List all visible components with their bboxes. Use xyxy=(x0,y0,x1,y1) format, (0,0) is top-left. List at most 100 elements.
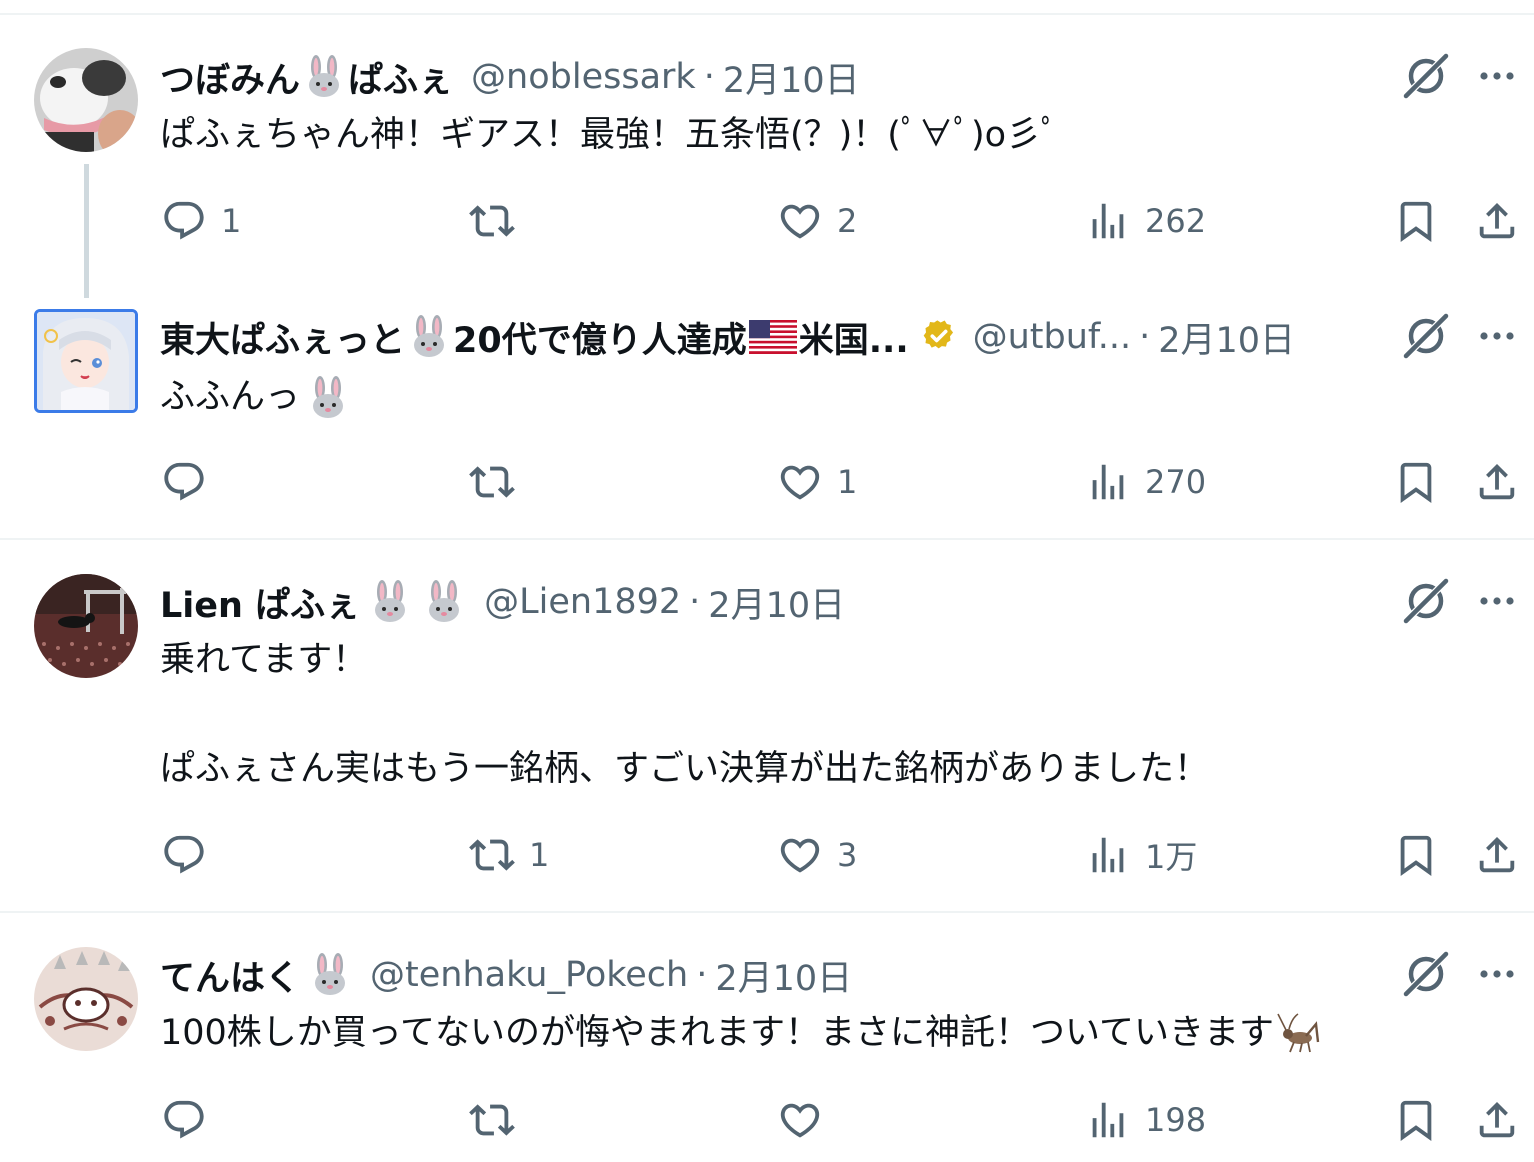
reply-button[interactable] xyxy=(161,1090,221,1150)
like-count: 3 xyxy=(837,836,858,874)
avatar[interactable] xyxy=(34,947,138,1051)
us-flag-icon xyxy=(748,320,797,354)
rabbit-emoji-icon xyxy=(308,953,352,997)
tweet-text-line-1: 乗れてます！ xyxy=(160,640,368,680)
tweet-text: ふふんっ xyxy=(160,370,352,424)
action-bar: 1 3 1万 xyxy=(0,825,1534,885)
user-handle[interactable]: @tenhaku_Pokech xyxy=(370,955,688,995)
avatar[interactable] xyxy=(34,309,138,413)
user-handle[interactable]: @utbuf... xyxy=(973,317,1131,357)
avatar[interactable] xyxy=(34,574,138,678)
tweet-text-content: 100株しか買ってないのが悔やまれます！まさに神託！ついていきます xyxy=(160,1013,1275,1053)
dog-avatar-image xyxy=(34,48,138,152)
reply-button[interactable] xyxy=(161,452,221,512)
tweet-header: つぼみん ぱふぇ @noblessark · 2月10日 xyxy=(160,52,860,102)
reply-icon xyxy=(161,1097,207,1143)
separator-dot: · xyxy=(1139,317,1151,357)
more-options-icon[interactable] xyxy=(1474,53,1520,99)
timestamp[interactable]: 2月10日 xyxy=(708,577,845,628)
tweet-text-content: ふふんっ xyxy=(160,377,301,417)
like-button[interactable]: 2 xyxy=(777,191,857,251)
share-icon[interactable] xyxy=(1474,459,1520,505)
display-name[interactable]: 東大ぱふぇっと xyxy=(160,312,405,363)
separator-dot: · xyxy=(689,582,701,622)
retweet-icon xyxy=(469,198,515,244)
heart-icon xyxy=(777,1097,823,1143)
views-chart-icon xyxy=(1085,1097,1131,1143)
timestamp[interactable]: 2月10日 xyxy=(715,950,852,1001)
bookmark-icon[interactable] xyxy=(1393,1097,1439,1143)
timestamp[interactable]: 2月10日 xyxy=(1158,312,1295,363)
retweet-icon xyxy=(469,832,515,878)
grok-icon[interactable] xyxy=(1400,948,1452,1000)
illustration-avatar-image xyxy=(34,947,138,1051)
views-button[interactable]: 270 xyxy=(1085,452,1206,512)
heart-icon xyxy=(777,198,823,244)
like-count: 2 xyxy=(837,202,858,240)
retweet-button[interactable] xyxy=(469,1090,529,1150)
view-count: 198 xyxy=(1145,1101,1207,1139)
reply-count: 1 xyxy=(221,202,242,240)
share-icon[interactable] xyxy=(1474,1097,1520,1143)
top-divider xyxy=(0,13,1534,15)
separator-dot: · xyxy=(696,955,708,995)
like-count: 1 xyxy=(837,463,858,501)
views-chart-icon xyxy=(1085,832,1131,878)
heart-icon xyxy=(777,459,823,505)
rabbit-emoji-icon xyxy=(422,580,466,624)
action-bar: 1 270 xyxy=(0,452,1534,512)
reply-button[interactable] xyxy=(161,825,221,885)
avatar[interactable] xyxy=(34,48,138,152)
bookmark-icon[interactable] xyxy=(1393,459,1439,505)
display-name-middle[interactable]: 20代で億り人達成 xyxy=(453,312,747,363)
separator-dot: · xyxy=(703,57,715,97)
cat-avatar-image xyxy=(34,574,138,678)
more-options-icon[interactable] xyxy=(1474,313,1520,359)
retweet-icon xyxy=(469,459,515,505)
share-icon[interactable] xyxy=(1474,832,1520,878)
action-bar: 1 2 262 xyxy=(0,191,1534,251)
user-handle[interactable]: @Lien1892 xyxy=(484,582,681,622)
share-icon[interactable] xyxy=(1474,198,1520,244)
retweet-button[interactable] xyxy=(469,452,529,512)
display-name[interactable]: Lien ぱふぇ xyxy=(160,577,360,628)
reply-button[interactable]: 1 xyxy=(161,191,241,251)
tweet-text-line-2: ぱふぇさん実はもう一銘柄、すごい決算が出た銘柄がありました！ xyxy=(160,749,1209,789)
verified-badge-icon[interactable] xyxy=(919,317,959,357)
view-count: 1万 xyxy=(1145,838,1198,876)
retweet-count: 1 xyxy=(529,836,550,874)
views-button[interactable]: 262 xyxy=(1085,191,1206,251)
more-options-icon[interactable] xyxy=(1474,578,1520,624)
views-button[interactable]: 198 xyxy=(1085,1090,1206,1150)
bookmark-icon[interactable] xyxy=(1393,198,1439,244)
view-count: 270 xyxy=(1145,463,1207,501)
bookmark-icon[interactable] xyxy=(1393,832,1439,878)
anime-avatar-image xyxy=(37,312,135,410)
like-button[interactable]: 3 xyxy=(777,825,857,885)
views-button[interactable]: 1万 xyxy=(1085,825,1197,885)
tweet-text: 100株しか買ってないのが悔やまれます！まさに神託！ついていきます xyxy=(160,1006,1322,1060)
tweet-header: てんはく @tenhaku_Pokech · 2月10日 xyxy=(160,950,852,1000)
rabbit-emoji-icon xyxy=(306,376,350,420)
tweet-divider xyxy=(0,911,1534,913)
retweet-button[interactable] xyxy=(469,191,529,251)
display-name-suffix[interactable]: ぱふぇ xyxy=(348,52,453,103)
more-options-icon[interactable] xyxy=(1474,951,1520,997)
cricket-emoji-icon xyxy=(1277,1013,1320,1053)
reply-icon xyxy=(161,198,207,244)
grok-icon[interactable] xyxy=(1400,575,1452,627)
display-name-suffix[interactable]: 米国... xyxy=(799,312,909,363)
timestamp[interactable]: 2月10日 xyxy=(723,52,860,103)
rabbit-emoji-icon xyxy=(302,55,346,99)
views-chart-icon xyxy=(1085,198,1131,244)
retweet-button[interactable]: 1 xyxy=(469,825,549,885)
display-name[interactable]: てんはく xyxy=(160,950,300,1001)
display-name[interactable]: つぼみん xyxy=(160,52,300,103)
like-button[interactable] xyxy=(777,1090,837,1150)
like-button[interactable]: 1 xyxy=(777,452,857,512)
user-handle[interactable]: @noblessark xyxy=(471,57,696,97)
rabbit-emoji-icon xyxy=(407,315,451,359)
grok-icon[interactable] xyxy=(1400,310,1452,362)
views-chart-icon xyxy=(1085,459,1131,505)
grok-icon[interactable] xyxy=(1400,50,1452,102)
